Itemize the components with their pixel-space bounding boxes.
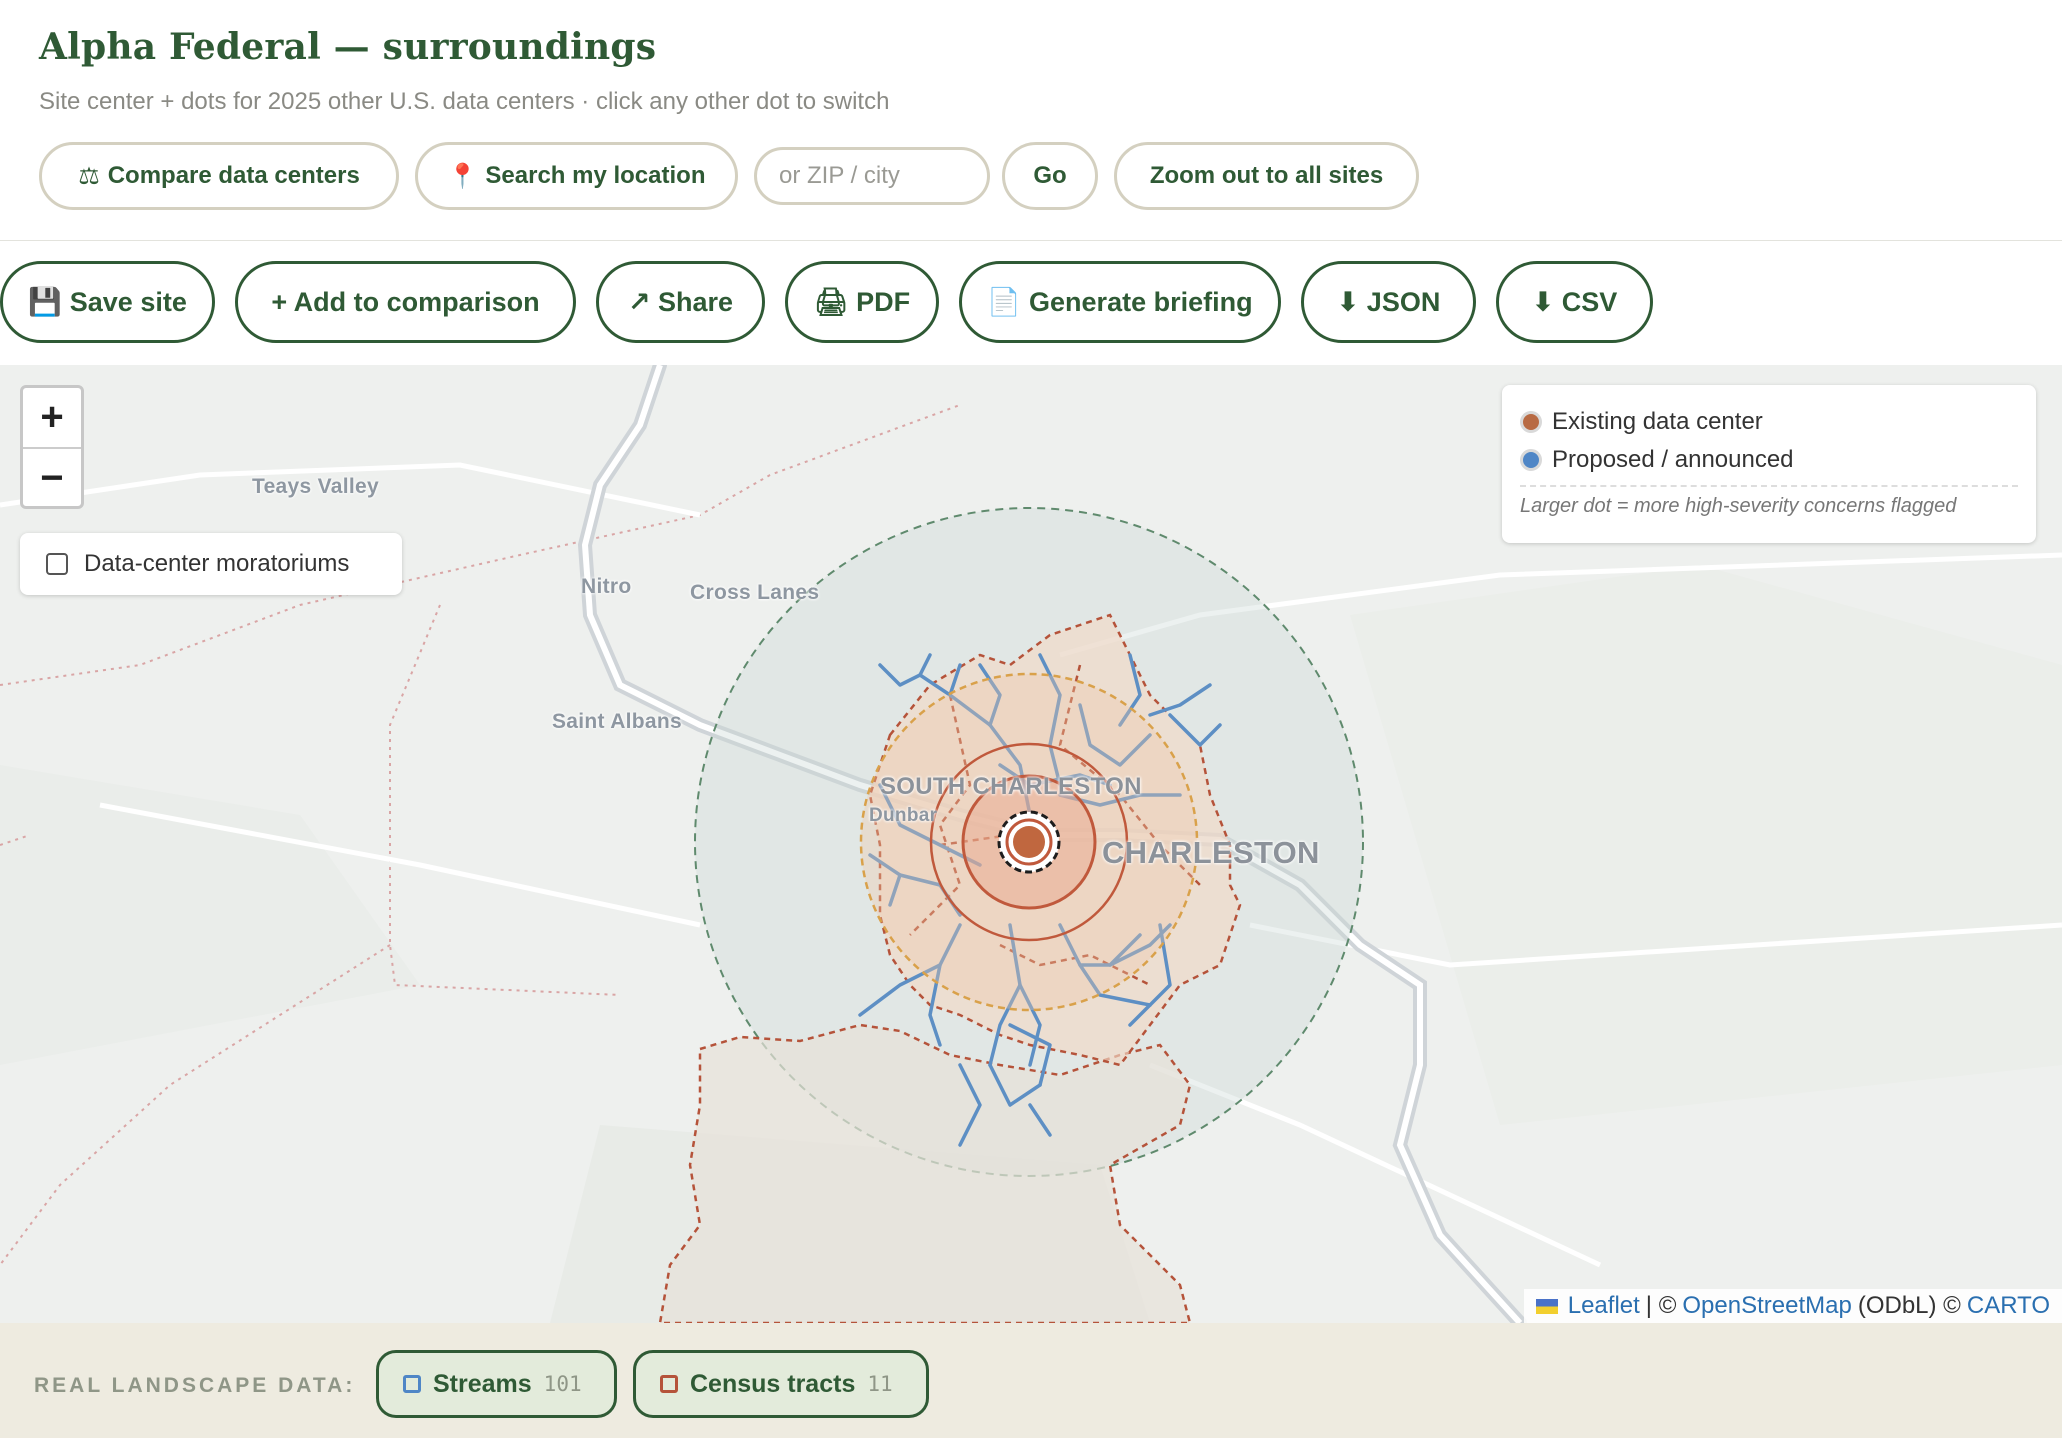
osm-link[interactable]: OpenStreetMap: [1682, 1292, 1851, 1320]
site-marker[interactable]: [997, 810, 1061, 874]
save-site-button[interactable]: 💾 Save site: [0, 261, 215, 343]
label-dunbar: Dunbar: [869, 805, 938, 826]
label-teays-valley: Teays Valley: [252, 475, 379, 498]
pin-icon: 📍: [447, 162, 478, 190]
tracts-swatch-icon: [660, 1375, 678, 1393]
pdf-button[interactable]: 🖨 PDF: [785, 261, 939, 343]
compare-data-centers-button[interactable]: ⚖ Compare data centers: [39, 142, 399, 210]
ukraine-flag-icon: [1535, 1298, 1558, 1314]
map-legend: Existing data center Proposed / announce…: [1502, 385, 2036, 543]
census-tract-south: [658, 1023, 1192, 1323]
moratorium-toggle[interactable]: Data-center moratoriums: [20, 533, 402, 595]
zoom-control: + −: [20, 385, 84, 509]
search-my-location-button[interactable]: 📍 Search my location: [415, 142, 738, 210]
legend-proposed: Proposed / announced: [1520, 441, 2018, 479]
generate-briefing-button[interactable]: 📄 Generate briefing: [959, 261, 1281, 343]
map-view[interactable]: Teays Valley Nitro Cross Lanes Saint Alb…: [0, 365, 2062, 1323]
label-nitro: Nitro: [581, 575, 632, 598]
floppy-icon: 💾: [28, 287, 62, 317]
printer-icon: 🖨: [813, 287, 849, 317]
tracts-count: 11: [867, 1372, 893, 1396]
landscape-data-label: REAL LANDSCAPE DATA:: [34, 1374, 356, 1397]
map-attribution: Leaflet | © OpenStreetMap (ODbL) © CARTO: [1523, 1289, 2062, 1323]
proposed-dot-icon: [1520, 449, 1542, 471]
label-saint-albans: Saint Albans: [552, 710, 683, 733]
existing-dot-icon: [1520, 411, 1542, 433]
census-tracts-layer-toggle[interactable]: Census tracts 11: [633, 1350, 929, 1418]
streams-layer-toggle[interactable]: Streams 101: [376, 1350, 617, 1418]
label-cross-lanes: Cross Lanes: [690, 581, 820, 604]
zoom-in-button[interactable]: +: [23, 388, 81, 447]
scales-icon: ⚖: [78, 162, 100, 190]
carto-link[interactable]: CARTO: [1967, 1292, 2050, 1320]
label-south-charleston: SOUTH CHARLESTON: [880, 773, 1142, 800]
go-button[interactable]: Go: [1002, 142, 1098, 210]
download-json-button[interactable]: ⬇ JSON: [1301, 261, 1476, 343]
leaflet-link[interactable]: Leaflet: [1568, 1292, 1640, 1320]
page-title: Alpha Federal — surroundings: [39, 26, 657, 68]
document-icon: 📄: [987, 287, 1022, 317]
label-charleston: CHARLESTON: [1102, 835, 1320, 870]
action-bar: 💾 Save site + Add to comparison ↗ Share …: [0, 241, 2062, 365]
share-button[interactable]: ↗ Share: [596, 261, 765, 343]
zip-city-input[interactable]: [754, 147, 990, 205]
zoom-out-button[interactable]: −: [23, 447, 81, 508]
download-csv-button[interactable]: ⬇ CSV: [1496, 261, 1653, 343]
streams-swatch-icon: [403, 1375, 421, 1393]
moratorium-checkbox[interactable]: [46, 553, 68, 575]
streams-count: 101: [543, 1372, 582, 1396]
header: Alpha Federal — surroundings Site center…: [0, 0, 2062, 241]
page-subtitle: Site center + dots for 2025 other U.S. d…: [39, 88, 890, 115]
legend-existing: Existing data center: [1520, 403, 2018, 441]
add-to-comparison-button[interactable]: + Add to comparison: [235, 261, 576, 343]
zoom-out-all-sites-button[interactable]: Zoom out to all sites: [1114, 142, 1419, 210]
legend-note: Larger dot = more high-severity concerns…: [1520, 485, 2018, 518]
